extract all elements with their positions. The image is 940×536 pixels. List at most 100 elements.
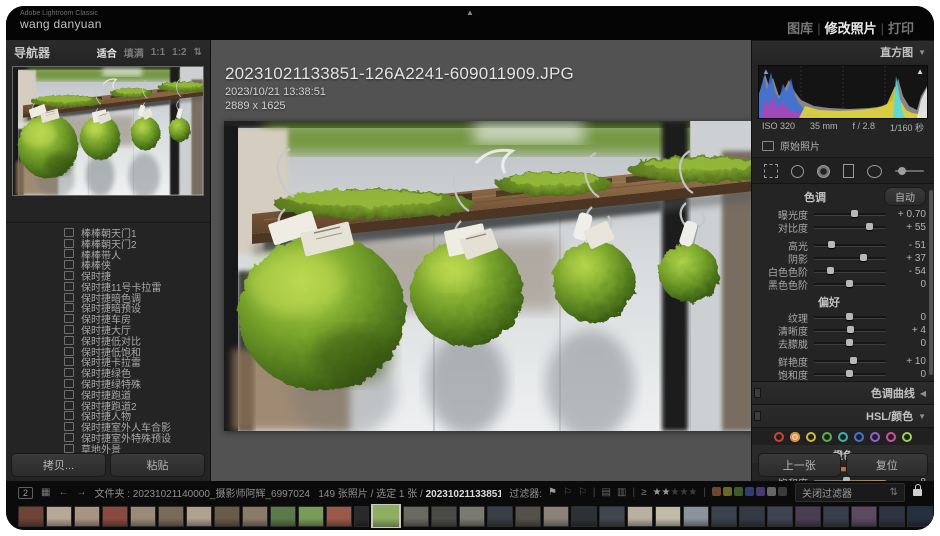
slider-track[interactable] bbox=[814, 360, 886, 363]
slider-track[interactable] bbox=[814, 213, 886, 216]
filter-preset-dropdown[interactable]: 关闭过滤器 ⇅ bbox=[795, 483, 905, 502]
filmstrip-thumb[interactable] bbox=[571, 506, 597, 527]
filmstrip-thumb[interactable] bbox=[515, 506, 541, 527]
slider-track[interactable] bbox=[814, 316, 886, 319]
filmstrip-thumb[interactable] bbox=[18, 506, 44, 527]
filmstrip-thumb[interactable] bbox=[431, 506, 457, 527]
filmstrip-thumb[interactable] bbox=[214, 506, 240, 527]
filmstrip-thumb[interactable] bbox=[354, 506, 369, 527]
color-label-chip[interactable] bbox=[745, 487, 754, 496]
filmstrip-thumb[interactable] bbox=[158, 506, 184, 527]
hsl-dot-orange[interactable] bbox=[790, 432, 800, 442]
color-label-chip[interactable] bbox=[723, 487, 732, 496]
reset-button[interactable]: 复位 bbox=[846, 453, 929, 477]
filmstrip-thumb[interactable] bbox=[102, 506, 128, 527]
filmstrip-thumb[interactable] bbox=[74, 506, 100, 527]
edit-status-off-icon[interactable]: ▥ bbox=[617, 487, 626, 498]
histogram-header[interactable]: 直方图 ▼ bbox=[752, 40, 934, 63]
slider-knob[interactable] bbox=[866, 223, 873, 230]
navigator-preview[interactable] bbox=[12, 66, 204, 196]
forward-arrow-icon[interactable]: → bbox=[76, 487, 86, 498]
slider-knob[interactable] bbox=[851, 210, 858, 217]
filmstrip-thumb[interactable] bbox=[298, 506, 324, 527]
color-label-chip[interactable] bbox=[712, 487, 721, 496]
filmstrip-thumb[interactable] bbox=[795, 506, 821, 527]
flag-pick-icon[interactable]: ⚑ bbox=[548, 487, 557, 498]
zoom-level-fill[interactable]: 填满 bbox=[124, 45, 144, 60]
brush-slider-knob[interactable] bbox=[898, 167, 906, 175]
spot-removal-icon[interactable] bbox=[791, 165, 804, 178]
grid-view-icon[interactable]: ▦ bbox=[41, 487, 50, 498]
filmstrip-thumb[interactable] bbox=[655, 506, 681, 527]
filmstrip-thumb[interactable] bbox=[879, 506, 905, 527]
crop-tool-icon[interactable] bbox=[764, 164, 778, 178]
flag-reject-icon[interactable]: ⚐ bbox=[578, 487, 587, 498]
highlight-clip-icon[interactable]: ▲ bbox=[916, 68, 924, 76]
slider-knob[interactable] bbox=[860, 254, 867, 261]
filmstrip-thumb[interactable] bbox=[627, 506, 653, 527]
histogram[interactable]: ▲ ▲ bbox=[758, 65, 928, 119]
auto-button[interactable]: 自动 bbox=[884, 187, 926, 206]
previous-button[interactable]: 上一张 bbox=[758, 453, 841, 477]
zoom-level-fit[interactable]: 适合 bbox=[97, 45, 117, 60]
module-library[interactable]: 图库 bbox=[787, 21, 813, 36]
hsl-dot-green[interactable] bbox=[822, 432, 832, 442]
slider-knob[interactable] bbox=[850, 357, 857, 364]
slider-knob[interactable] bbox=[846, 339, 853, 346]
file-info[interactable]: 文件夹 : 20231021140000_摄影师阿辉_6997024 149 张… bbox=[94, 485, 501, 500]
paste-button[interactable]: 粘贴 bbox=[110, 453, 205, 477]
filmstrip-thumb[interactable] bbox=[711, 506, 737, 527]
copy-button[interactable]: 拷贝... bbox=[11, 453, 106, 477]
flag-unflagged-icon[interactable]: ⚐ bbox=[563, 487, 572, 498]
module-print[interactable]: 打印 bbox=[888, 21, 914, 36]
zoom-level-1-2[interactable]: 1:2 bbox=[172, 47, 186, 58]
original-photo-row[interactable]: 原始照片 bbox=[752, 136, 934, 158]
rating-operator[interactable]: ≥ bbox=[641, 487, 647, 498]
shadow-clip-icon[interactable]: ▲ bbox=[762, 68, 770, 76]
right-panel-scrollbar[interactable] bbox=[929, 190, 933, 375]
hsl-dot-purple[interactable] bbox=[870, 432, 880, 442]
module-develop[interactable]: 修改照片 bbox=[825, 21, 877, 36]
radial-filter-icon[interactable] bbox=[867, 165, 882, 178]
filmstrip-thumb[interactable] bbox=[767, 506, 793, 527]
brush-slider[interactable] bbox=[895, 170, 924, 172]
hsl-dot-yellow[interactable] bbox=[806, 432, 816, 442]
filmstrip-thumb[interactable] bbox=[907, 506, 933, 527]
color-label-chip[interactable] bbox=[767, 487, 776, 496]
tone-curve-header[interactable]: 色调曲线 ◀ bbox=[752, 381, 934, 404]
hsl-dot-red[interactable] bbox=[774, 432, 784, 442]
slider-track[interactable] bbox=[814, 270, 886, 273]
color-label-chip[interactable] bbox=[778, 487, 787, 496]
hsl-dot-blue[interactable] bbox=[854, 432, 864, 442]
filmstrip-thumb[interactable] bbox=[46, 506, 72, 527]
slider-knob[interactable] bbox=[847, 326, 854, 333]
zoom-switch-icon[interactable]: ⇅ bbox=[194, 47, 202, 58]
slider-track[interactable] bbox=[814, 257, 886, 260]
filmstrip-thumb[interactable] bbox=[130, 506, 156, 527]
filmstrip-thumb[interactable] bbox=[371, 504, 401, 528]
filmstrip-thumb[interactable] bbox=[683, 506, 709, 527]
slider-knob[interactable] bbox=[846, 370, 853, 377]
filmstrip-thumb[interactable] bbox=[270, 506, 296, 527]
slider-knob[interactable] bbox=[846, 313, 853, 320]
slider-knob[interactable] bbox=[846, 280, 853, 287]
back-arrow-icon[interactable]: ← bbox=[58, 487, 68, 498]
slider-track[interactable] bbox=[814, 373, 886, 376]
slider-track[interactable] bbox=[814, 244, 886, 247]
main-photo[interactable] bbox=[224, 121, 754, 431]
filmstrip-thumb[interactable] bbox=[739, 506, 765, 527]
hsl-dot-magenta[interactable] bbox=[886, 432, 896, 442]
second-monitor-button[interactable]: 2 bbox=[18, 487, 33, 499]
hsl-dot-aqua[interactable] bbox=[838, 432, 848, 442]
lock-icon[interactable] bbox=[913, 489, 922, 496]
panel-toggle-icon[interactable]: ▲ bbox=[466, 8, 474, 17]
filmstrip-thumb[interactable] bbox=[242, 506, 268, 527]
slider-track[interactable] bbox=[814, 342, 886, 345]
star-icon[interactable]: ★ bbox=[688, 487, 697, 498]
slider-knob[interactable] bbox=[827, 267, 834, 274]
filmstrip-thumb[interactable] bbox=[823, 506, 849, 527]
color-label-chip[interactable] bbox=[756, 487, 765, 496]
filmstrip-thumb[interactable] bbox=[543, 506, 569, 527]
filmstrip-thumb[interactable] bbox=[459, 506, 485, 527]
edit-status-icon[interactable]: ▤ bbox=[602, 487, 611, 498]
